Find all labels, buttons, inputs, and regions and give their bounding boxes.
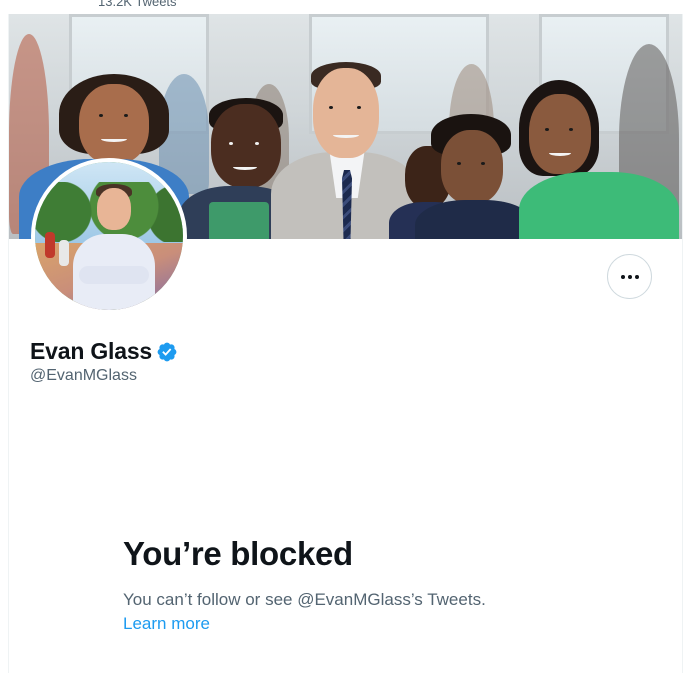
profile-handle: @EvanMGlass [30,367,137,384]
tweet-count: 13.2K Tweets [98,0,177,9]
more-horizontal-icon [620,274,639,279]
learn-more-link[interactable]: Learn more [123,614,210,634]
more-button[interactable] [607,254,652,299]
display-name: Evan Glass [30,338,153,364]
verified-badge-icon [157,342,177,361]
blocked-description: You can’t follow or see @EvanMGlass’s Tw… [123,590,486,609]
blocked-title: You’re blocked [123,535,353,572]
profile-header-bar: 13.2K Tweets [8,0,683,14]
profile-avatar[interactable] [31,158,187,314]
profile-name-row: Evan Glass [30,338,178,365]
